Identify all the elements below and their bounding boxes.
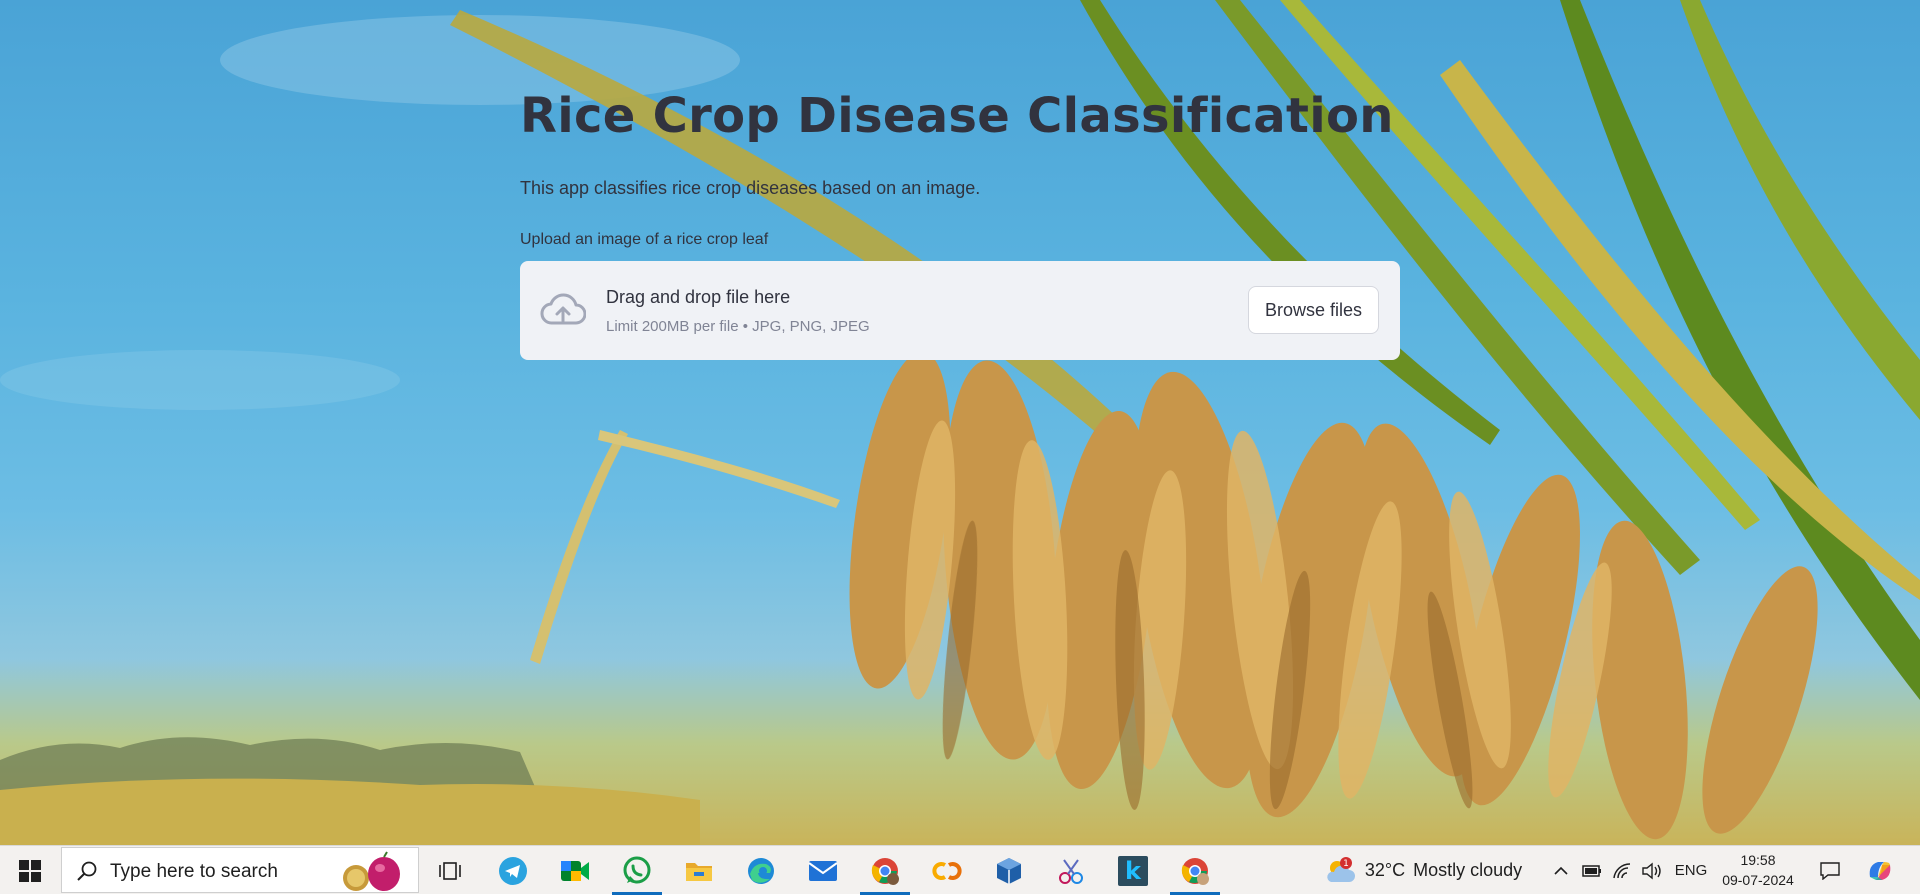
taskbar-kaggle[interactable]: k	[1103, 846, 1163, 895]
task-view-button[interactable]	[420, 846, 480, 895]
weather-alert-badge: 1	[1343, 859, 1349, 869]
cloudy-weather-icon: 1	[1327, 856, 1355, 882]
cloud-upload-icon	[540, 293, 586, 325]
taskbar-colab[interactable]	[917, 846, 977, 895]
windows-taskbar: Type here to search k 1 32°C Mostly clou…	[0, 845, 1920, 895]
taskbar-chrome-profile[interactable]	[855, 846, 915, 895]
taskbar-google-meet[interactable]	[545, 846, 605, 895]
search-icon	[77, 861, 97, 881]
input-language[interactable]: ENG	[1671, 846, 1711, 895]
notification-icon	[1820, 861, 1840, 880]
weather-widget[interactable]: 1 32°C Mostly cloudy	[1315, 846, 1530, 895]
taskbar-edge[interactable]	[731, 846, 791, 895]
chrome-icon	[871, 857, 899, 885]
taskbar-file-explorer[interactable]	[669, 846, 729, 895]
copilot-icon	[1869, 861, 1891, 880]
speaker-icon	[1642, 862, 1661, 879]
clock-time: 19:58	[1740, 852, 1776, 868]
taskbar-virtualbox[interactable]	[979, 846, 1039, 895]
network-status[interactable]	[1607, 846, 1637, 895]
edge-icon	[748, 857, 774, 884]
file-dropzone[interactable]: Drag and drop file here Limit 200MB per …	[520, 261, 1400, 360]
app-description: This app classifies rice crop diseases b…	[520, 178, 981, 198]
dropzone-file-limit: Limit 200MB per file • JPG, PNG, JPEG	[606, 318, 870, 335]
google-meet-icon	[561, 860, 589, 881]
colab-icon	[932, 861, 962, 880]
taskbar-clock[interactable]: 19:58 09-07-2024	[1712, 850, 1804, 892]
folder-icon	[686, 862, 712, 881]
snipping-tool-icon	[1059, 858, 1083, 884]
dropzone-instructions: Drag and drop file here	[606, 287, 791, 307]
weather-condition: Mostly cloudy	[1413, 860, 1523, 880]
taskbar-mail[interactable]	[793, 846, 853, 895]
battery-icon	[1582, 864, 1601, 877]
telegram-icon	[499, 856, 527, 885]
chevron-up-icon	[1554, 866, 1568, 875]
mail-icon	[808, 860, 838, 881]
uploader-label: Upload an image of a rice crop leaf	[520, 231, 769, 248]
notifications-button[interactable]	[1812, 846, 1848, 895]
taskbar-snipping-tool[interactable]	[1041, 846, 1101, 895]
volume-control[interactable]	[1637, 846, 1667, 895]
wifi-icon	[1613, 862, 1631, 878]
clock-date: 09-07-2024	[1722, 872, 1794, 888]
taskbar-search-box[interactable]: Type here to search	[61, 847, 419, 893]
taskbar-telegram[interactable]	[483, 846, 543, 895]
copilot-button[interactable]	[1860, 846, 1900, 895]
browse-files-button[interactable]: Browse files	[1248, 286, 1379, 334]
weather-temperature: 32°C	[1364, 860, 1406, 880]
taskbar-whatsapp[interactable]	[607, 846, 667, 895]
search-placeholder: Type here to search	[110, 861, 278, 882]
task-view-icon	[439, 861, 461, 880]
virtualbox-icon	[997, 857, 1021, 884]
whatsapp-icon	[623, 856, 651, 883]
show-hidden-icons-button[interactable]	[1546, 846, 1576, 895]
search-highlight-fruit-icon	[343, 851, 400, 891]
windows-logo-icon	[19, 859, 41, 882]
battery-status[interactable]	[1577, 846, 1607, 895]
page-title: Rice Crop Disease Classification	[520, 88, 1394, 144]
chrome-icon	[1181, 857, 1209, 885]
taskbar-chrome[interactable]	[1165, 846, 1225, 895]
start-button[interactable]	[0, 846, 60, 895]
kaggle-icon: k	[1118, 855, 1148, 886]
